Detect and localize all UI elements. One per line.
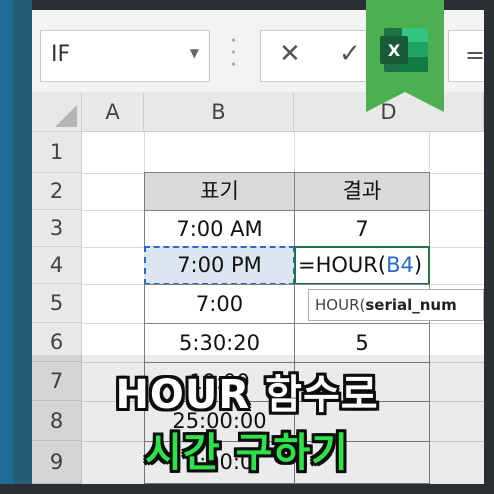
check-icon[interactable]: ✓ [339, 39, 361, 69]
row-header-3[interactable]: 3 [32, 210, 82, 247]
excel-logo-icon: X [366, 0, 444, 112]
close-icon[interactable]: ✕ [279, 39, 301, 69]
name-box[interactable]: IF ▼ [40, 30, 210, 82]
formula-text-end: ) [413, 253, 423, 277]
function-tooltip[interactable]: HOUR(serial_num [308, 289, 484, 321]
column-header-a[interactable]: A [82, 92, 144, 132]
frame-bottom [0, 484, 494, 494]
chevron-down-icon[interactable]: ▼ [190, 46, 199, 60]
row-header-5[interactable]: 5 [32, 284, 82, 323]
row-header-2[interactable]: 2 [32, 173, 82, 210]
banner-subtitle: 시간 구하기 [145, 430, 349, 476]
formula-input[interactable]: = [448, 30, 488, 82]
table-header-notation[interactable]: 표기 [144, 172, 295, 211]
cell-reference: B4 [386, 253, 414, 277]
cell-d3[interactable]: 7 [294, 210, 430, 248]
banner-title: HOUR 함수로 [115, 372, 379, 418]
cell-b5[interactable]: 7:00 [144, 284, 295, 324]
row-header-4[interactable]: 4 [32, 247, 82, 284]
drag-handle-icon[interactable]: · · · [230, 31, 237, 77]
tooltip-argument: serial_num [365, 296, 457, 314]
formula-prefix: = [465, 41, 486, 69]
name-box-value: IF [51, 42, 71, 67]
row-header-1[interactable]: 1 [32, 132, 82, 173]
column-header-b[interactable]: B [144, 92, 294, 132]
excel-logo-letter: X [388, 41, 401, 60]
formula-text: =HOUR( [298, 253, 387, 277]
frame-right [484, 0, 494, 494]
cell-b3[interactable]: 7:00 AM [144, 210, 295, 248]
cell-d4-editing[interactable]: =HOUR(B4) [294, 246, 430, 285]
table-header-result[interactable]: 결과 [294, 172, 430, 211]
cell-b4[interactable]: 7:00 PM [144, 246, 295, 285]
tooltip-function: HOUR( [315, 296, 366, 314]
select-all-button[interactable] [32, 92, 82, 132]
